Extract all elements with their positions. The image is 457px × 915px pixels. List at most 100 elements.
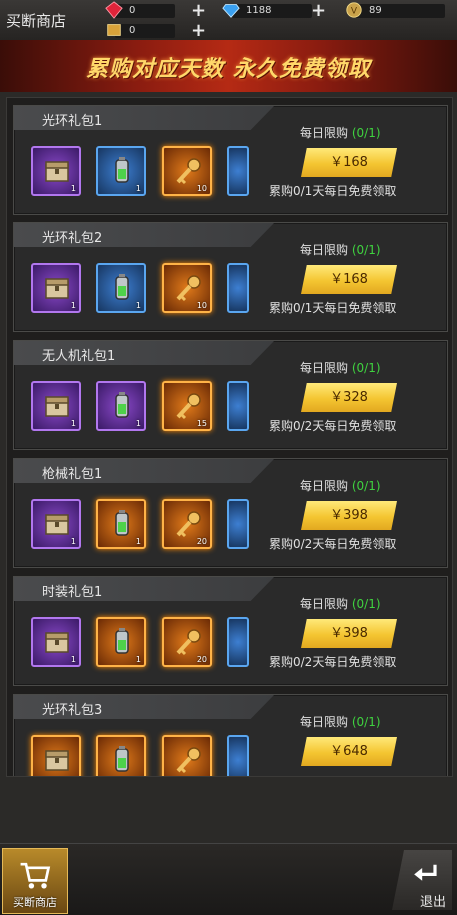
daily-limit-count: (0/1) — [351, 243, 381, 257]
item-count: 1 — [135, 301, 141, 310]
reward-item[interactable]: 10 — [162, 263, 212, 313]
price-button[interactable]: ￥648 — [301, 737, 397, 766]
price-button[interactable]: ￥168 — [301, 265, 397, 294]
reward-item[interactable] — [31, 735, 81, 776]
pack-card: 光环礼包2 1 1 10 每日限购 (0/1) ￥168 累购0/1天每日免费领取 — [13, 222, 448, 332]
item-count: 20 — [196, 537, 207, 546]
reward-item-overflow[interactable] — [227, 263, 249, 313]
chest-icon — [45, 161, 69, 182]
promo-banner: 累购对应天数 永久免费领取 — [0, 40, 457, 92]
reward-item-overflow[interactable] — [227, 735, 249, 776]
item-count: 1 — [135, 184, 141, 193]
diamond-icon — [222, 4, 240, 18]
key-icon — [176, 275, 201, 302]
reward-item[interactable]: 1 — [96, 617, 146, 667]
item-count: 1 — [70, 301, 76, 310]
daily-limit-label: 每日限购 — [300, 361, 349, 375]
item-count: 20 — [196, 655, 207, 664]
key-icon — [176, 393, 201, 420]
battery-icon — [115, 392, 129, 418]
cart-icon — [20, 862, 51, 889]
reward-item[interactable]: 10 — [162, 146, 212, 196]
reward-item[interactable]: 15 — [162, 381, 212, 431]
daily-limit-count: (0/1) — [351, 126, 381, 140]
chest-icon — [45, 514, 69, 535]
daily-limit: 每日限购 (0/1) — [300, 359, 381, 376]
accumulate-text: 累购0/1天每日免费领取 — [269, 301, 397, 315]
ticket-counter: 0 — [107, 24, 175, 38]
reward-item[interactable]: 1 — [31, 381, 81, 431]
daily-limit-count: (0/1) — [351, 479, 381, 493]
item-count: 15 — [196, 419, 207, 428]
reward-item[interactable]: 20 — [162, 499, 212, 549]
chest-icon — [45, 750, 69, 771]
daily-limit: 每日限购 (0/1) — [300, 477, 381, 494]
svg-text:V: V — [351, 7, 358, 17]
reward-item-overflow[interactable] — [227, 617, 249, 667]
shop-button[interactable]: 买断商店 — [2, 848, 68, 914]
item-count: 1 — [70, 655, 76, 664]
accumulate-text: 累购0/2天每日免费领取 — [269, 537, 397, 551]
reward-item-overflow[interactable] — [227, 499, 249, 549]
price-button[interactable]: ￥168 — [301, 148, 397, 177]
item-count: 1 — [70, 419, 76, 428]
add-ruby-button[interactable]: + — [191, 2, 206, 20]
pack-card: 无人机礼包1 1 1 15 每日限购 (0/1) ￥328 累购0/2天每日免费领取 — [13, 340, 448, 450]
price-button[interactable]: ￥328 — [301, 383, 397, 412]
daily-limit: 每日限购 (0/1) — [300, 595, 381, 612]
chest-icon — [45, 632, 69, 653]
daily-limit-label: 每日限购 — [300, 715, 349, 729]
reward-item[interactable]: 20 — [162, 617, 212, 667]
coin-icon: V — [346, 2, 362, 18]
item-count: 1 — [70, 537, 76, 546]
reward-item-overflow[interactable] — [227, 146, 249, 196]
shop-button-label: 买断商店 — [13, 896, 57, 909]
reward-item[interactable] — [96, 735, 146, 776]
banner-text: 累购对应天数 永久免费领取 — [86, 57, 371, 82]
reward-item[interactable]: 1 — [31, 263, 81, 313]
pack-name: 光环礼包1 — [42, 114, 103, 129]
accumulate-text: 累购0/1天每日免费领取 — [269, 184, 397, 198]
pack-card: 时装礼包1 1 1 20 每日限购 (0/1) ￥398 累购0/2天每日免费领取 — [13, 576, 448, 686]
price-button[interactable]: ￥398 — [301, 501, 397, 530]
pack-list[interactable]: 光环礼包1 1 1 10 每日限购 (0/1) ￥168 累购0/1天每日免费领取 光环礼包… — [6, 97, 453, 777]
accumulate-text: 累购0/2天每日免费领取 — [269, 655, 397, 669]
battery-icon — [115, 510, 129, 536]
add-diamond-button[interactable]: + — [311, 2, 326, 20]
key-icon — [176, 629, 201, 656]
top-bar: 买断商店 0 + 1188 + V 89 0 + — [0, 0, 457, 41]
coin-counter: V 89 — [346, 2, 445, 18]
reward-item-overflow[interactable] — [227, 381, 249, 431]
price-button[interactable]: ￥398 — [301, 619, 397, 648]
daily-limit-count: (0/1) — [351, 361, 381, 375]
reward-item[interactable]: 1 — [96, 381, 146, 431]
bottom-bar — [0, 843, 457, 915]
daily-limit: 每日限购 (0/1) — [300, 124, 381, 141]
exit-button-label: 退出 — [420, 895, 447, 910]
page-title: 买断商店 — [6, 12, 67, 30]
daily-limit: 每日限购 (0/1) — [300, 241, 381, 258]
key-icon — [176, 747, 201, 774]
diamond-counter: 1188 — [222, 4, 312, 18]
reward-item[interactable]: 1 — [96, 499, 146, 549]
item-count: 10 — [196, 184, 207, 193]
add-ticket-button[interactable]: + — [191, 22, 206, 40]
reward-item[interactable]: 1 — [31, 146, 81, 196]
reward-item[interactable]: 1 — [96, 146, 146, 196]
reward-item[interactable]: 1 — [96, 263, 146, 313]
daily-limit-label: 每日限购 — [300, 597, 349, 611]
reward-item[interactable] — [162, 735, 212, 776]
key-icon — [176, 511, 201, 538]
item-count: 1 — [135, 537, 141, 546]
item-count: 1 — [135, 655, 141, 664]
pack-name: 无人机礼包1 — [42, 349, 116, 364]
item-count: 10 — [196, 301, 207, 310]
reward-item[interactable]: 1 — [31, 617, 81, 667]
reward-item[interactable]: 1 — [31, 499, 81, 549]
item-count: 1 — [135, 419, 141, 428]
daily-limit-count: (0/1) — [351, 597, 381, 611]
pack-name: 光环礼包3 — [42, 703, 103, 718]
ruby-counter: 0 — [105, 1, 175, 19]
battery-icon — [115, 628, 129, 654]
daily-limit-count: (0/1) — [351, 715, 381, 729]
